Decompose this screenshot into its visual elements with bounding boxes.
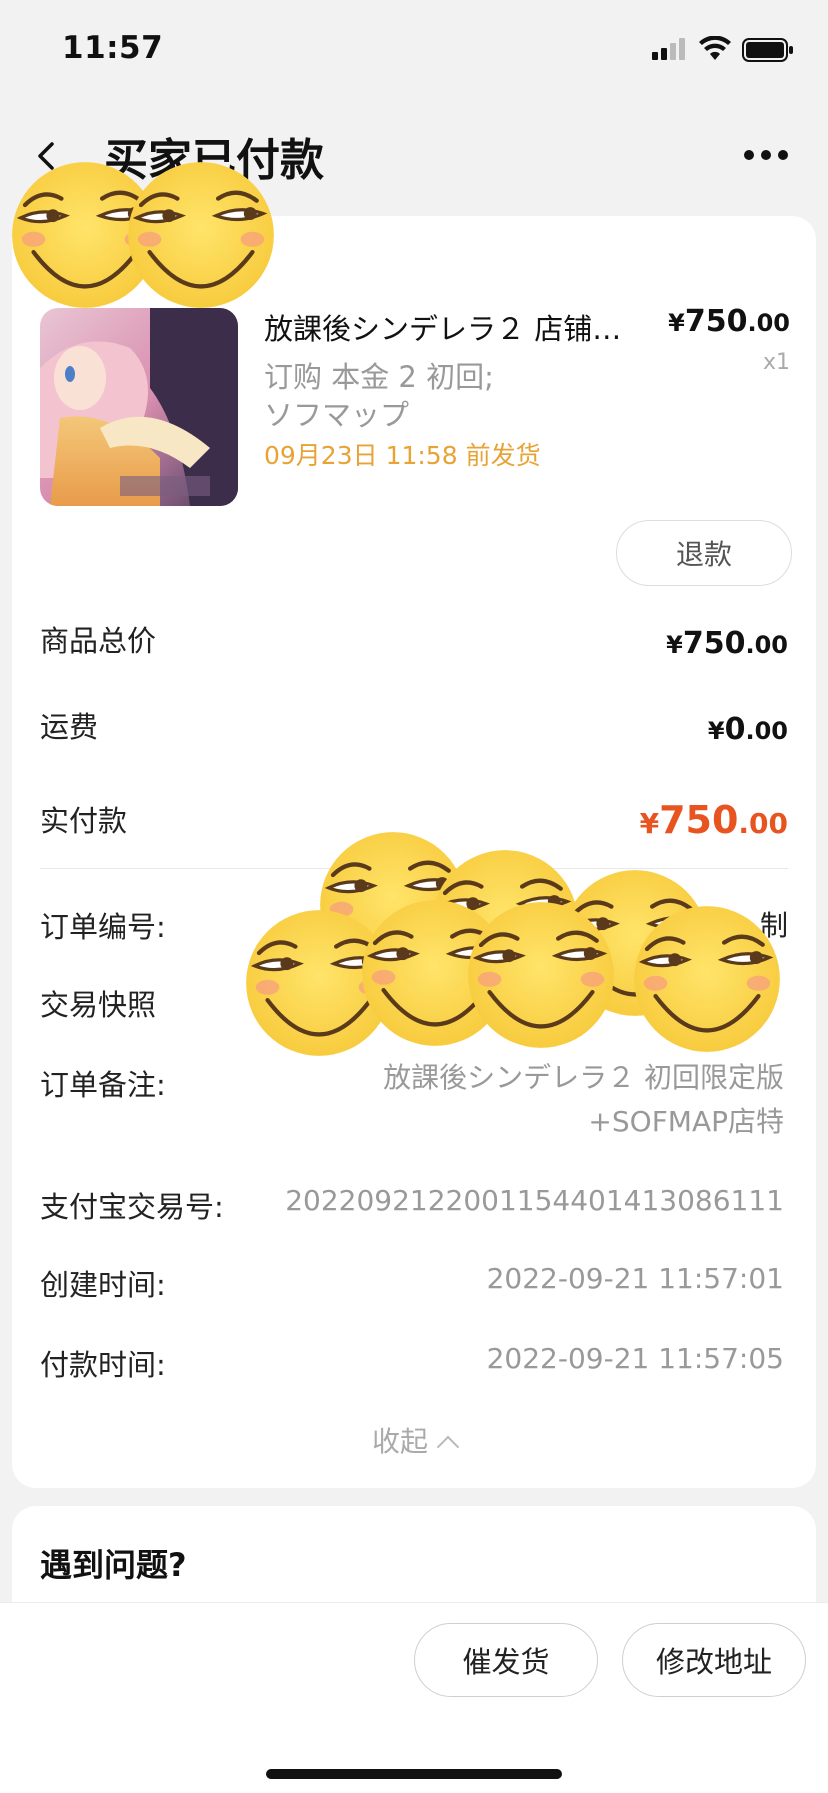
product-quantity: x1 (762, 350, 790, 375)
ship-deadline: 09月23日 11:58 前发货 (264, 441, 541, 470)
goods-total-label: 商品总价 (40, 624, 157, 658)
sticker-emoji-icon (632, 904, 782, 1054)
order-no-label: 订单编号: (40, 910, 166, 944)
battery-icon (742, 38, 793, 62)
goods-total-value: ¥750.00 (666, 626, 788, 661)
alipay-no-value: 2022092122001154401413086111 (285, 1184, 784, 1217)
product-name[interactable]: 放課後シンデレラ２ 店铺… (264, 306, 644, 348)
wifi-icon (699, 36, 731, 60)
paid-value: ¥750.00 (639, 798, 788, 842)
remark-value: 放課後シンデレラ２ 初回限定版 +SOFMAP店特 (383, 1056, 784, 1144)
more-dots-icon[interactable] (742, 148, 790, 162)
alipay-no-label: 支付宝交易号: (40, 1190, 224, 1224)
collapse-label: 收起 (371, 1425, 428, 1458)
product-spec-line: 订购 本金 2 初回; (264, 360, 494, 394)
paid-time-label: 付款时间: (40, 1348, 166, 1382)
sticker-emoji-icon (466, 900, 616, 1050)
product-spec-line: ソフマップ (264, 398, 410, 432)
remark-line: +SOFMAP店特 (588, 1105, 784, 1138)
product-price: ¥750.00 (668, 304, 790, 339)
change-address-button[interactable]: 修改地址 (622, 1623, 806, 1697)
home-indicator (266, 1769, 562, 1779)
refund-button[interactable]: 退款 (616, 520, 792, 586)
product-image (40, 308, 238, 506)
snapshot-label[interactable]: 交易快照 (40, 982, 156, 1024)
product-spec: 订购 本金 2 初回; ソフマップ (264, 358, 624, 434)
sticker-emoji-icon (126, 160, 276, 310)
status-time: 11:57 (62, 30, 164, 66)
paid-label: 实付款 (40, 804, 128, 838)
urge-shipping-button[interactable]: 催发货 (414, 1623, 598, 1697)
bottom-action-bar: 催发货 修改地址 (0, 1602, 828, 1793)
collapse-toggle[interactable]: 收起 (0, 1420, 828, 1460)
shipping-value: ¥0.00 (707, 712, 788, 747)
remark-label: 订单备注: (40, 1068, 166, 1102)
remark-line: 放課後シンデレラ２ 初回限定版 (383, 1061, 784, 1094)
problem-title: 遇到问题? (40, 1546, 187, 1584)
created-time-value: 2022-09-21 11:57:01 (486, 1262, 784, 1295)
paid-time-value: 2022-09-21 11:57:05 (486, 1342, 784, 1375)
created-time-label: 创建时间: (40, 1268, 166, 1302)
chevron-up-icon (436, 1435, 460, 1459)
shipping-label: 运费 (40, 710, 99, 744)
cellular-signal-icon (652, 38, 685, 60)
status-bar: 11:57 (0, 0, 828, 100)
product-thumbnail[interactable] (40, 308, 238, 506)
